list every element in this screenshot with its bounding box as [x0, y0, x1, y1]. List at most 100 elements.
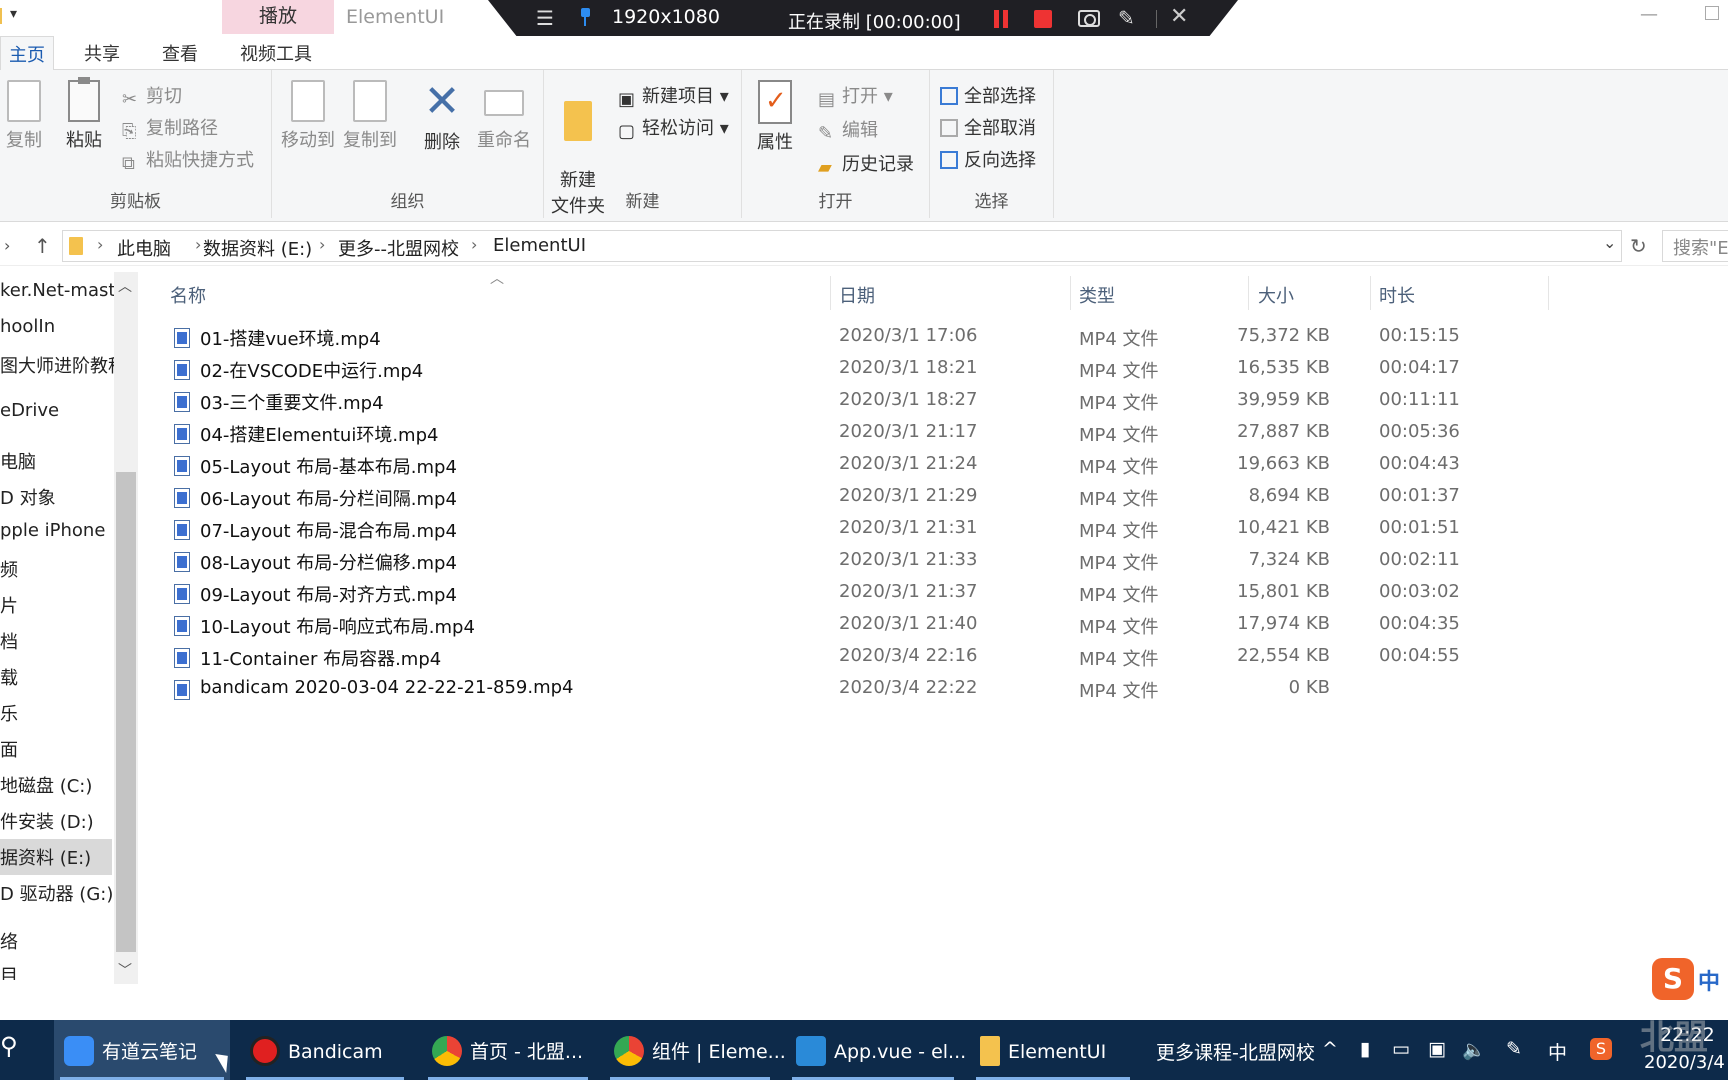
taskbar-item-bandicam[interactable]: Bandicam — [240, 1020, 410, 1080]
move-to-button[interactable]: 移动到 — [278, 80, 338, 152]
copy-path-button[interactable]: ⎘ 复制路径 — [122, 114, 218, 142]
history-button[interactable]: ▰ 历史记录 — [818, 150, 914, 178]
paste-shortcut-button[interactable]: ⧉ 粘贴快捷方式 — [122, 146, 254, 174]
nav-scrollbar[interactable]: ︿ ﹀ — [114, 272, 138, 984]
nav-item[interactable]: 目 — [0, 962, 18, 980]
tab-view[interactable]: 查看 — [162, 40, 198, 66]
file-row[interactable]: 01-搭建vue环境.mp4 2020/3/1 17:06 MP4 文件 75,… — [160, 322, 1560, 354]
nav-item-downloads[interactable]: 载 — [0, 664, 18, 690]
nav-item[interactable]: ker.Net-mast — [0, 280, 114, 301]
taskbar-item-chrome-element[interactable]: 组件 | Eleme... — [604, 1020, 786, 1080]
column-name[interactable]: 名称 — [170, 282, 206, 308]
ime-indicator[interactable]: 中 — [1548, 1038, 1567, 1065]
paste-button[interactable]: 粘贴 — [62, 77, 106, 152]
stop-icon[interactable] — [1034, 10, 1052, 28]
nav-item-network[interactable]: 络 — [0, 928, 18, 954]
column-date[interactable]: 日期 — [839, 282, 875, 308]
scroll-thumb[interactable] — [116, 472, 136, 952]
maximize-button[interactable] — [1705, 6, 1719, 20]
file-row[interactable]: 03-三个重要文件.mp4 2020/3/1 18:27 MP4 文件 39,9… — [160, 386, 1560, 418]
nav-item-drive-e[interactable]: 据资料 (E:) — [0, 839, 112, 875]
nav-item-drive-c[interactable]: 地磁盘 (C:) — [0, 772, 92, 798]
select-none-button[interactable]: 全部取消 — [940, 114, 1036, 140]
breadcrumb-this-pc[interactable]: 此电脑 — [117, 235, 171, 261]
nav-item-pictures[interactable]: 片 — [0, 592, 18, 618]
column-divider[interactable] — [1070, 276, 1071, 310]
new-item-button[interactable]: ▣ 新建项目 ▾ — [618, 82, 729, 110]
file-row[interactable]: 02-在VSCODE中运行.mp4 2020/3/1 18:21 MP4 文件 … — [160, 354, 1560, 386]
cut-button[interactable]: ✂ 剪切 — [122, 82, 182, 110]
camera-icon[interactable] — [1078, 10, 1100, 27]
search-icon[interactable]: ⚲ — [0, 1032, 18, 1060]
column-size[interactable]: 大小 — [1258, 282, 1294, 308]
breadcrumb-drive-e[interactable]: 数据资料 (E:) — [203, 235, 312, 261]
column-divider[interactable] — [830, 276, 831, 310]
invert-selection-button[interactable]: 反向选择 — [940, 146, 1036, 172]
chevron-up-icon[interactable]: ^ — [1322, 1038, 1338, 1060]
open-button[interactable]: ▤ 打开 ▾ — [818, 82, 893, 110]
sogou-tray-icon[interactable]: S — [1590, 1038, 1612, 1060]
copy-button[interactable]: 复制 — [4, 80, 44, 152]
nav-item-documents[interactable]: 档 — [0, 628, 18, 654]
microphone-icon[interactable]: ▮ — [1360, 1038, 1370, 1060]
quick-access-dropdown-icon[interactable]: ▾ — [10, 6, 17, 22]
up-arrow-icon[interactable]: ↑ — [34, 234, 51, 258]
nav-item[interactable]: hoolIn — [0, 316, 55, 337]
column-divider[interactable] — [1248, 276, 1249, 310]
file-row[interactable]: 11-Container 布局容器.mp4 2020/3/4 22:16 MP4… — [160, 642, 1560, 674]
file-row[interactable]: 05-Layout 布局-基本布局.mp4 2020/3/1 21:24 MP4… — [160, 450, 1560, 482]
taskbar-item-youdao[interactable]: 有道云笔记 — [54, 1020, 230, 1080]
ime-status-badge[interactable]: S 中 — [1652, 958, 1728, 1002]
recent-locations-chevron-icon[interactable]: › — [4, 236, 10, 255]
file-row[interactable]: 07-Layout 布局-混合布局.mp4 2020/3/1 21:31 MP4… — [160, 514, 1560, 546]
column-type[interactable]: 类型 — [1079, 282, 1115, 308]
nav-item-drive-d[interactable]: 件安装 (D:) — [0, 808, 94, 834]
nav-item-videos[interactable]: 频 — [0, 556, 18, 582]
copy-to-button[interactable]: 复制到 — [340, 80, 400, 152]
column-divider[interactable] — [1548, 276, 1549, 310]
tab-share[interactable]: 共享 — [84, 40, 120, 66]
scroll-down-icon[interactable]: ﹀ — [118, 960, 132, 980]
pin-icon[interactable] — [580, 6, 590, 26]
address-dropdown-icon[interactable]: ⌄ — [1603, 233, 1616, 252]
nav-item-music[interactable]: 乐 — [0, 700, 18, 726]
edit-button[interactable]: ✎ 编辑 — [818, 116, 878, 144]
taskbar-item-vscode[interactable]: App.vue - el... — [786, 1020, 966, 1080]
battery-icon[interactable]: ▭ — [1392, 1038, 1410, 1060]
network-icon[interactable]: ▣ — [1428, 1038, 1446, 1060]
file-row[interactable]: 06-Layout 布局-分栏间隔.mp4 2020/3/1 21:29 MP4… — [160, 482, 1560, 514]
nav-item-drive-g[interactable]: D 驱动器 (G:) — [0, 880, 113, 906]
refresh-icon[interactable]: ↻ — [1630, 234, 1647, 258]
pen-icon[interactable]: ✎ — [1506, 1038, 1522, 1060]
menu-icon[interactable]: ☰ — [536, 6, 554, 30]
close-icon[interactable]: ✕ — [1170, 4, 1188, 29]
nav-item[interactable]: 图大师进阶教程 — [0, 352, 114, 378]
tab-home[interactable]: 主页 — [0, 36, 54, 71]
context-tab-play[interactable]: 播放 — [222, 0, 334, 34]
file-row[interactable]: 08-Layout 布局-分栏偏移.mp4 2020/3/1 21:33 MP4… — [160, 546, 1560, 578]
nav-item-3d-objects[interactable]: D 对象 — [0, 484, 56, 510]
file-row[interactable]: 09-Layout 布局-对齐方式.mp4 2020/3/1 21:37 MP4… — [160, 578, 1560, 610]
taskbar-item-explorer[interactable]: ElementUI — [970, 1020, 1136, 1080]
nav-item-onedrive[interactable]: eDrive — [0, 400, 59, 421]
select-all-button[interactable]: 全部选择 — [940, 82, 1036, 108]
address-input[interactable]: › 此电脑 › 数据资料 (E:) › 更多--北盟网校 › ElementUI… — [62, 230, 1622, 262]
breadcrumb-more-folder[interactable]: 更多--北盟网校 — [338, 235, 459, 261]
easy-access-button[interactable]: ▢ 轻松访问 ▾ — [618, 114, 729, 142]
minimize-button[interactable]: — — [1640, 4, 1658, 25]
taskbar-item-chrome-home[interactable]: 首页 - 北盟... — [422, 1020, 594, 1080]
delete-button[interactable]: ✕ 删除 — [418, 80, 466, 154]
tab-video-tools[interactable]: 视频工具 — [240, 40, 312, 66]
search-input[interactable]: 搜索"E — [1662, 230, 1728, 262]
volume-icon[interactable]: 🔈 — [1462, 1038, 1486, 1061]
file-row[interactable]: 04-搭建Elementui环境.mp4 2020/3/1 21:17 MP4 … — [160, 418, 1560, 450]
file-row[interactable]: bandicam 2020-03-04 22-22-21-859.mp4 202… — [160, 674, 1560, 706]
nav-item-desktop[interactable]: 面 — [0, 736, 18, 762]
nav-item-iphone[interactable]: pple iPhone — [0, 520, 105, 541]
nav-item-this-pc[interactable]: 电脑 — [0, 448, 36, 474]
pause-icon[interactable] — [994, 10, 1008, 28]
pen-icon[interactable]: ✎ — [1118, 6, 1135, 30]
column-duration[interactable]: 时长 — [1379, 282, 1415, 308]
tray-text[interactable]: 更多课程-北盟网校 — [1156, 1038, 1315, 1065]
scroll-up-icon[interactable]: ︿ — [118, 276, 132, 296]
